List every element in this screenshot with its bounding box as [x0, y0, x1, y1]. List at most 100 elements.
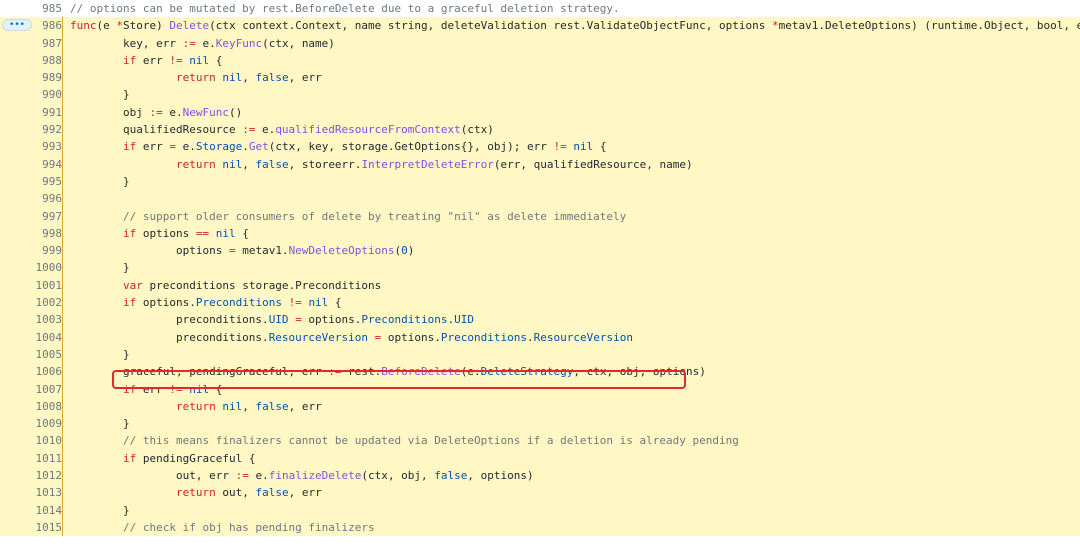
- line-gutter[interactable]: 1014: [0, 501, 63, 519]
- line-number[interactable]: 1003: [9, 311, 63, 328]
- line-number[interactable]: 1011: [9, 450, 63, 467]
- line-number[interactable]: 990: [9, 86, 62, 103]
- code-line-989: 989 return nil, false, err: [0, 69, 1080, 87]
- code-view: 985 // options can be mutated by rest.Bef…: [0, 0, 1080, 552]
- highlight-bar: [62, 69, 63, 87]
- token: if: [70, 296, 137, 310]
- line-number[interactable]: 998: [9, 225, 62, 242]
- token: }: [70, 503, 130, 517]
- line-number[interactable]: 1010: [9, 432, 63, 449]
- code-line-1001: 1001 var preconditions storage.Precondit…: [0, 276, 1080, 295]
- line-gutter[interactable]: 1011: [0, 449, 63, 468]
- token: options.: [136, 296, 196, 310]
- line-gutter[interactable]: 1003: [0, 311, 63, 329]
- line-number[interactable]: 1006: [9, 363, 63, 380]
- highlight-bar: [62, 345, 63, 364]
- token: :=: [182, 36, 196, 50]
- line-number[interactable]: 987: [9, 35, 62, 52]
- token: {: [209, 382, 223, 396]
- token: return: [70, 71, 216, 85]
- code-line-985: 985 // options can be mutated by rest.Bef…: [0, 0, 1080, 17]
- code-text: obj := e.NewFunc(): [70, 104, 242, 121]
- token: InterpretDeleteError: [361, 157, 494, 171]
- line-gutter[interactable]: 994: [0, 155, 62, 173]
- token: =: [169, 140, 176, 154]
- line-number[interactable]: 1004: [9, 329, 63, 346]
- line-gutter[interactable]: 985: [0, 0, 62, 17]
- line-gutter[interactable]: 1001: [0, 276, 63, 295]
- line-gutter[interactable]: 1002: [0, 294, 63, 312]
- line-number[interactable]: 1001: [9, 277, 63, 294]
- line-gutter[interactable]: 992: [0, 121, 62, 139]
- code-line-996: 996: [0, 190, 1080, 208]
- line-gutter[interactable]: 1008: [0, 397, 63, 416]
- token: ,: [242, 399, 256, 413]
- line-number[interactable]: 1013: [9, 484, 63, 501]
- token: , ctx, obj, options): [573, 365, 706, 379]
- line-number[interactable]: 1005: [9, 346, 63, 363]
- token: DeleteStrategy: [480, 365, 574, 379]
- line-gutter[interactable]: 1013: [0, 484, 63, 502]
- line-number[interactable]: 1012: [9, 467, 63, 484]
- line-number[interactable]: 1002: [9, 294, 63, 311]
- token: (err, qualifiedResource, name): [493, 157, 693, 171]
- token: !=: [169, 382, 183, 396]
- line-gutter[interactable]: 996: [0, 190, 62, 208]
- line-number[interactable]: 995: [9, 173, 62, 190]
- line-number[interactable]: 1007: [9, 381, 63, 398]
- expand-lines-button[interactable]: •••: [2, 19, 32, 32]
- line-gutter[interactable]: 990: [0, 86, 62, 104]
- line-number[interactable]: 992: [9, 121, 62, 138]
- line-gutter[interactable]: 1005: [0, 345, 63, 364]
- line-number[interactable]: 993: [9, 138, 62, 155]
- line-gutter[interactable]: 988: [0, 51, 62, 70]
- line-gutter[interactable]: 991: [0, 103, 62, 122]
- token: nil: [189, 382, 210, 396]
- line-gutter[interactable]: 1010: [0, 432, 63, 450]
- line-number[interactable]: 1008: [9, 398, 63, 415]
- token: var: [70, 278, 143, 292]
- line-gutter[interactable]: 993: [0, 138, 62, 156]
- line-number[interactable]: 988: [9, 52, 62, 69]
- line-number[interactable]: 994: [9, 156, 62, 173]
- line-gutter[interactable]: 1007: [0, 380, 63, 398]
- code-line-990: 990 }: [0, 86, 1080, 104]
- token: finalizeDelete: [268, 469, 362, 483]
- line-gutter[interactable]: 1009: [0, 415, 63, 433]
- line-gutter[interactable]: 989: [0, 69, 62, 87]
- code-text: if options.Preconditions != nil {: [70, 294, 342, 311]
- line-gutter[interactable]: 1004: [0, 328, 63, 346]
- line-number[interactable]: 991: [9, 104, 62, 121]
- token: Storage: [195, 140, 243, 154]
- token: (ctx): [460, 123, 494, 137]
- line-number[interactable]: 999: [9, 242, 62, 259]
- token: =: [295, 313, 302, 327]
- line-gutter[interactable]: 1015: [0, 518, 63, 537]
- line-gutter[interactable]: 1000: [0, 259, 63, 277]
- token: if: [70, 226, 137, 240]
- line-number[interactable]: 996: [9, 190, 62, 207]
- line-number[interactable]: 985: [9, 0, 62, 17]
- token: :=: [235, 469, 249, 483]
- line-number[interactable]: 1000: [9, 259, 63, 276]
- line-gutter[interactable]: 997: [0, 207, 62, 225]
- line-gutter[interactable]: 998: [0, 224, 62, 243]
- token: ==: [195, 226, 210, 240]
- line-number[interactable]: 1015: [9, 519, 63, 536]
- code-line-994: 994 return nil, false, storeerr.Interpre…: [0, 155, 1080, 173]
- line-number[interactable]: 1014: [9, 502, 63, 519]
- token: key, err: [70, 36, 183, 50]
- line-gutter[interactable]: 995: [0, 172, 62, 191]
- line-gutter[interactable]: 987: [0, 34, 62, 52]
- highlight-bar: [62, 224, 63, 243]
- line-gutter[interactable]: 1012: [0, 467, 63, 485]
- line-gutter[interactable]: 999: [0, 242, 62, 260]
- token: UID: [268, 313, 289, 327]
- line-number[interactable]: 997: [9, 208, 62, 225]
- token: ResourceVersion: [533, 330, 633, 344]
- line-gutter[interactable]: 1006: [0, 363, 63, 381]
- line-number[interactable]: 1009: [9, 415, 63, 432]
- token: {: [235, 226, 249, 240]
- token: if: [70, 382, 137, 396]
- line-number[interactable]: 989: [9, 69, 62, 86]
